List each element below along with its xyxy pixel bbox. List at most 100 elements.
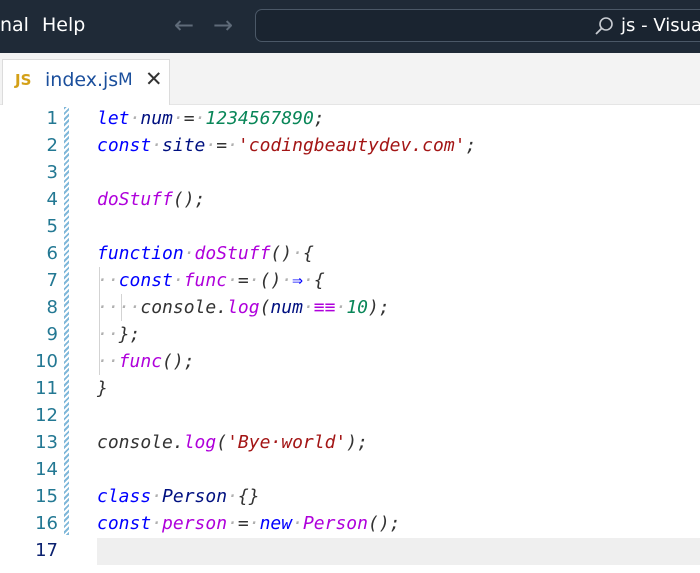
code-line[interactable]: 4 doStuff(); [0,186,700,213]
indent-guide [99,267,100,375]
code-token: · [151,486,163,507]
code-token: ·· [97,270,119,291]
code-token: 10 [346,297,368,318]
code-token: class [97,486,152,507]
code-token: {} [237,486,260,507]
line-number: 8 [46,297,58,318]
code-line[interactable]: 6 function·doStuff()·{ [0,240,700,267]
code-text: let·num·=·1234567890; [97,105,325,132]
code-token: () [270,243,293,264]
close-icon[interactable]: ✕ [145,67,163,91]
code-token: const [118,270,173,291]
code-line[interactable]: 8 ····console.log(num·≡≡·10); [0,294,700,321]
code-token: const [97,135,152,156]
code-token: 'codingbeautydev.com' [237,135,466,156]
code-line[interactable]: 1 let·num·=·1234567890; [0,105,700,132]
code-token: · [227,513,238,534]
code-token: func [118,351,163,372]
code-text: console.log('Bye·world'); [97,429,368,456]
code-token: const [97,513,152,534]
code-token: · [227,135,238,156]
line-number: 5 [46,216,58,237]
code-token: Person [302,513,368,534]
code-token: ·· [97,324,119,345]
code-token: · [292,513,303,534]
code-text: class·Person·{} [97,483,260,510]
code-line[interactable]: 3 [0,159,700,186]
forward-arrow-icon[interactable]: → [213,11,233,39]
modified-badge: M [118,70,133,90]
line-number: 15 [35,486,58,507]
line-number: 10 [35,351,58,372]
code-token: (); [367,513,401,534]
code-token: console [97,432,173,453]
code-line[interactable]: 13 console.log('Bye·world'); [0,429,700,456]
line-number: 13 [35,432,58,453]
code-line[interactable]: 12 [0,402,700,429]
code-line[interactable]: 9 ··}; [0,321,700,348]
code-token: · [302,270,314,291]
code-line[interactable]: 16 const·person·=·new·Person(); [0,510,700,537]
code-line[interactable]: 15 class·Person·{} [0,483,700,510]
code-line[interactable]: 5 [0,213,700,240]
line-number: 16 [35,513,58,534]
code-token: · [292,243,303,264]
title-bar: nal Help ← → js - Visual [0,0,700,53]
code-token: log [227,297,260,318]
code-text: const·person·=·new·Person(); [97,510,401,537]
tab-index-js[interactable]: JS index.js M ✕ [2,59,170,105]
code-token: num [270,297,303,318]
line-number: 7 [46,270,58,291]
code-token: · [151,513,163,534]
code-line[interactable]: 17 [0,537,700,564]
code-token: ); [368,297,390,318]
code-line[interactable]: 2 const·site·=·'codingbeautydev.com'; [0,132,700,159]
tab-filename: index.js [45,69,119,91]
code-line[interactable]: 7 ··const·func·=·()·⇒·{ [0,267,700,294]
menu-help[interactable]: Help [42,14,85,36]
search-icon [593,15,615,37]
code-token: () [259,270,282,291]
line-number: 11 [35,378,58,399]
code-token: ( [259,297,271,318]
code-line[interactable]: 10 ··func(); [0,348,700,375]
code-token: person [162,513,228,534]
code-token: · [281,270,293,291]
code-token: { [313,270,325,291]
code-line[interactable]: 11} [0,375,700,402]
code-token: · [151,135,163,156]
code-token: { [302,243,314,264]
line-number: 12 [35,405,58,426]
code-token: · [248,270,260,291]
code-editor[interactable]: 1 let·num·=·1234567890; 2 const·site·=·'cod… [0,105,700,573]
code-text: } [97,375,108,402]
code-token: ; [465,135,477,156]
code-token: · [172,270,184,291]
code-token: func [183,270,228,291]
code-token: · [302,297,314,318]
line-number: 3 [46,162,58,183]
code-text: const·site·=·'codingbeautydev.com'; [97,132,476,159]
code-token: console [140,297,217,318]
line-number: 6 [46,243,58,264]
code-token: · [205,135,217,156]
code-line[interactable]: 14 [0,456,700,483]
editor-tab-bar: JS index.js M ✕ [0,53,700,105]
code-token: ·· [97,351,119,372]
code-token: ( [216,432,228,453]
code-token: site [162,135,206,156]
code-token: let [97,108,130,129]
code-token: doStuff [194,243,271,264]
code-token: doStuff [97,189,173,210]
menu-terminal[interactable]: nal [0,14,29,36]
back-arrow-icon[interactable]: ← [174,11,194,39]
code-text: doStuff(); [97,186,205,213]
code-text: ··const·func·=·()·⇒·{ [97,267,325,294]
command-center-title: js - Visual [621,15,700,36]
code-token: 'Bye·world' [227,432,347,453]
code-token: ···· [97,297,141,318]
code-token: function [97,243,184,264]
code-token: · [227,486,238,507]
code-token: } [97,378,108,399]
command-center[interactable]: js - Visual [255,9,700,42]
